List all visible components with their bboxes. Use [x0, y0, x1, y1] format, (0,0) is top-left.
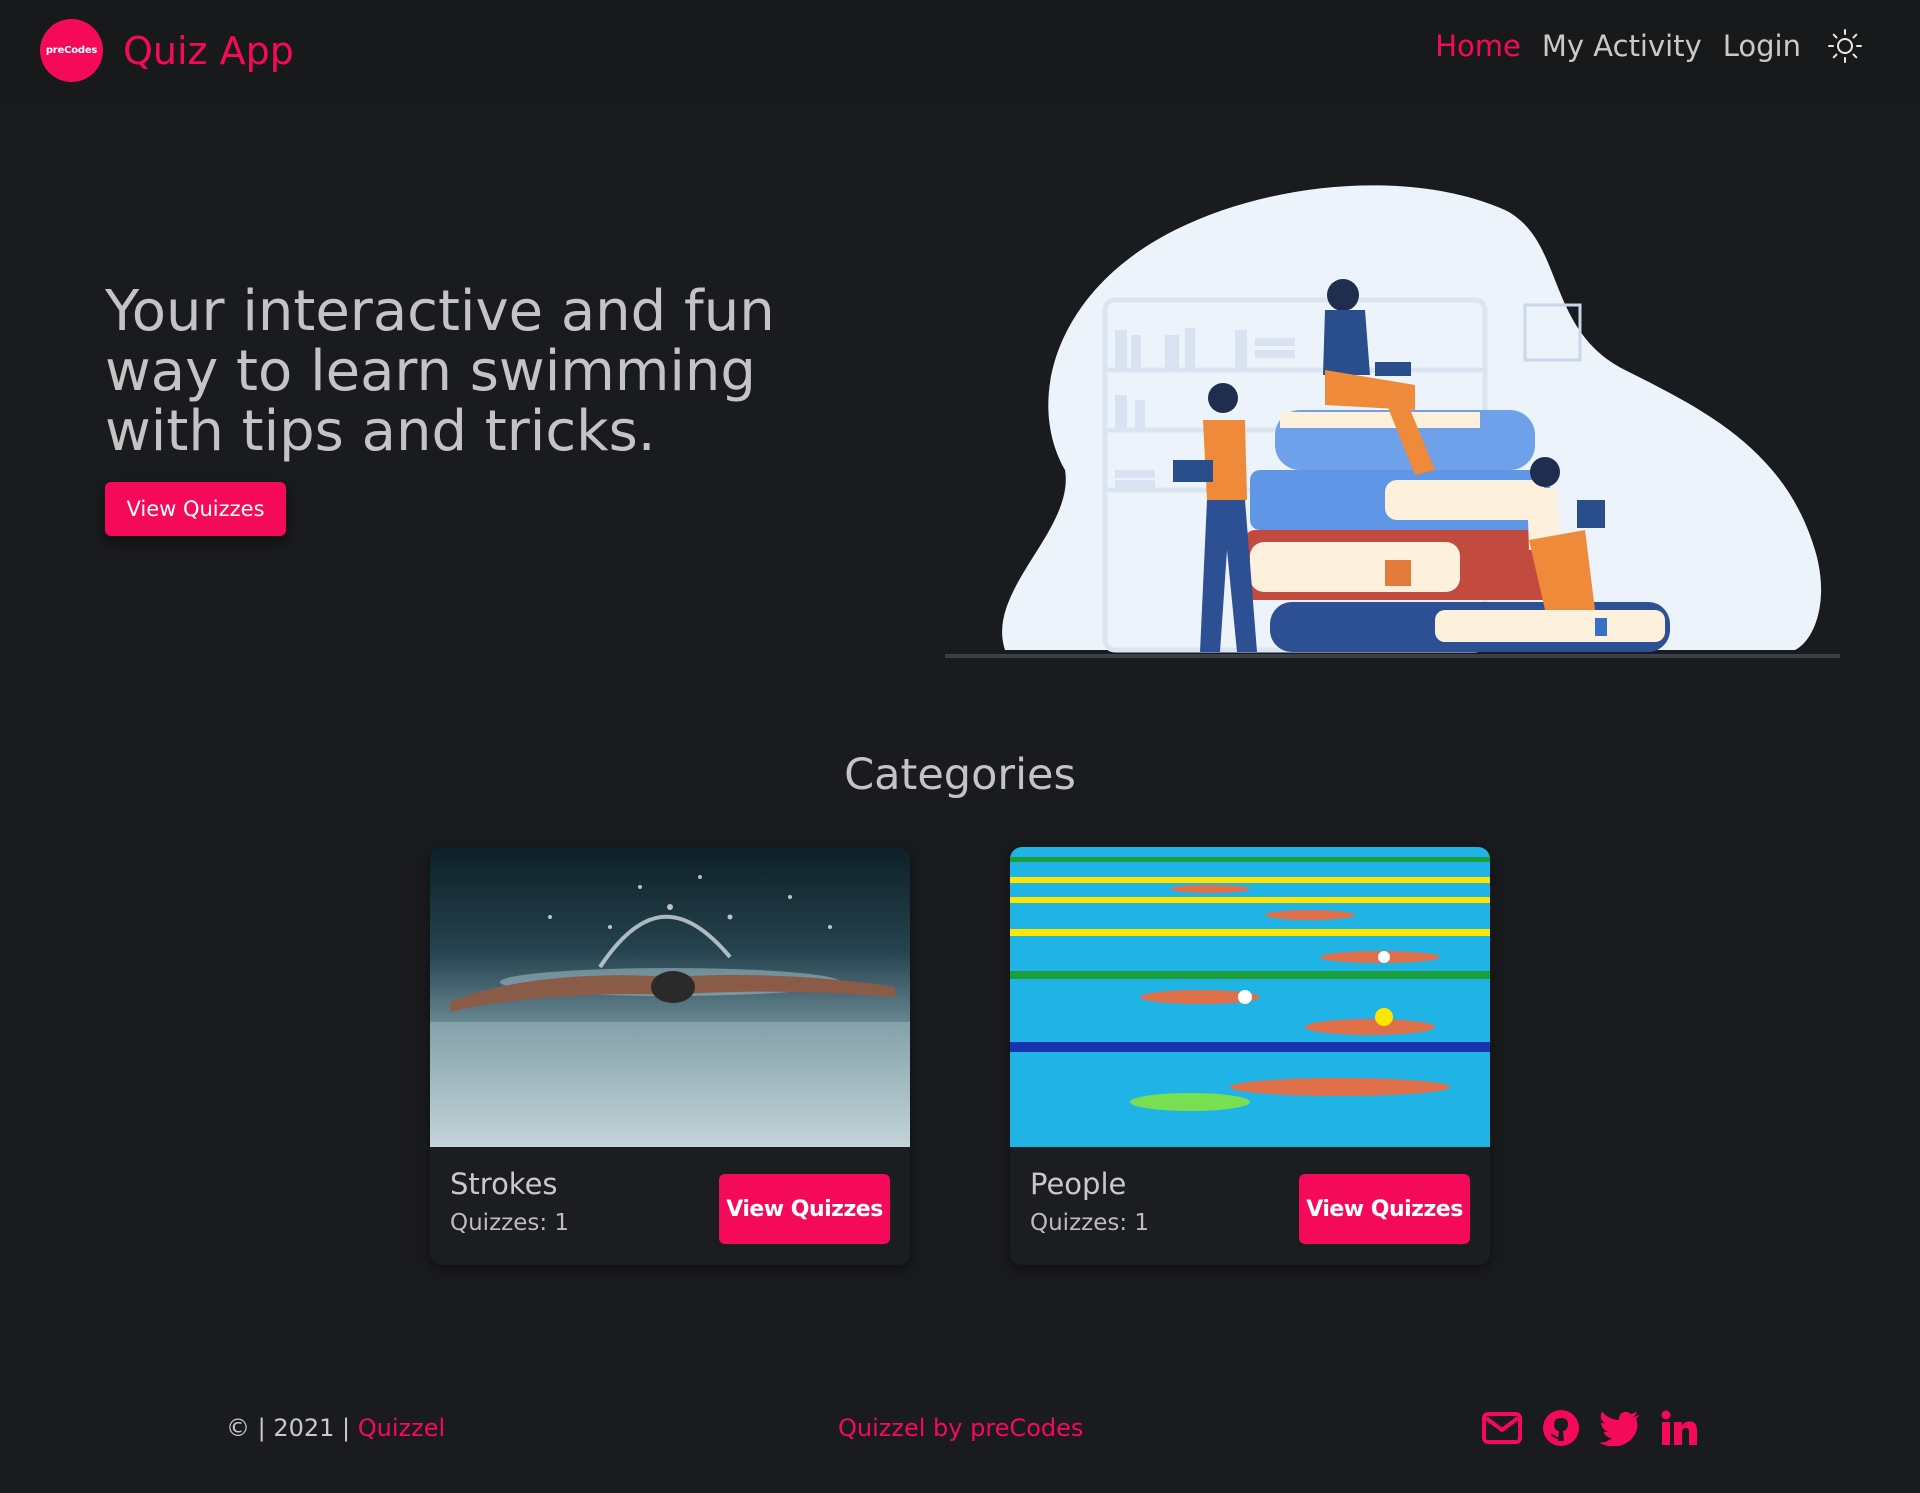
category-quiz-count: Quizzes: 1: [450, 1210, 570, 1236]
hero-view-quizzes-button[interactable]: View Quizzes: [105, 482, 286, 536]
brand-name[interactable]: Quiz App: [123, 29, 294, 73]
reading-people-illustration: [945, 185, 1840, 658]
hero-headline: Your interactive and fun way to learn sw…: [105, 279, 775, 464]
footer-copyright: © | 2021 | Quizzel: [226, 1414, 445, 1442]
brand[interactable]: preCodes Quiz App: [40, 19, 294, 82]
category-name: Strokes: [450, 1167, 558, 1201]
navbar: preCodes Quiz App Home My Activity Login: [0, 0, 1920, 102]
category-image-people: [1010, 847, 1490, 1147]
category-card-strokes: Strokes Quizzes: 1 View Quizzes: [430, 847, 910, 1265]
nav-my-activity-link[interactable]: My Activity: [1542, 29, 1702, 63]
linkedin-icon[interactable]: [1657, 1406, 1701, 1450]
mail-icon[interactable]: [1480, 1406, 1524, 1450]
theme-toggle-button[interactable]: [1825, 26, 1865, 66]
nav-login-link[interactable]: Login: [1723, 29, 1801, 63]
sun-icon: [1828, 29, 1862, 63]
footer-quizzel-link[interactable]: Quizzel: [358, 1414, 445, 1442]
category-card-people: People Quizzes: 1 View Quizzes: [1010, 847, 1490, 1265]
nav-home-link[interactable]: Home: [1435, 29, 1521, 63]
copyright-text: © | 2021 |: [226, 1414, 358, 1442]
strokes-view-quizzes-button[interactable]: View Quizzes: [719, 1174, 890, 1244]
github-icon[interactable]: [1539, 1406, 1583, 1450]
nav-links: Home My Activity Login: [1414, 26, 1865, 66]
footer-credit-link[interactable]: Quizzel by preCodes: [838, 1414, 1083, 1442]
category-image-strokes: [430, 847, 910, 1147]
category-quiz-count: Quizzes: 1: [1030, 1210, 1150, 1236]
categories-title: Categories: [844, 750, 1076, 800]
people-view-quizzes-button[interactable]: View Quizzes: [1299, 1174, 1470, 1244]
twitter-icon[interactable]: [1598, 1406, 1642, 1450]
footer-social-icons: [1480, 1406, 1716, 1450]
brand-logo[interactable]: preCodes: [40, 19, 103, 82]
category-name: People: [1030, 1167, 1127, 1201]
